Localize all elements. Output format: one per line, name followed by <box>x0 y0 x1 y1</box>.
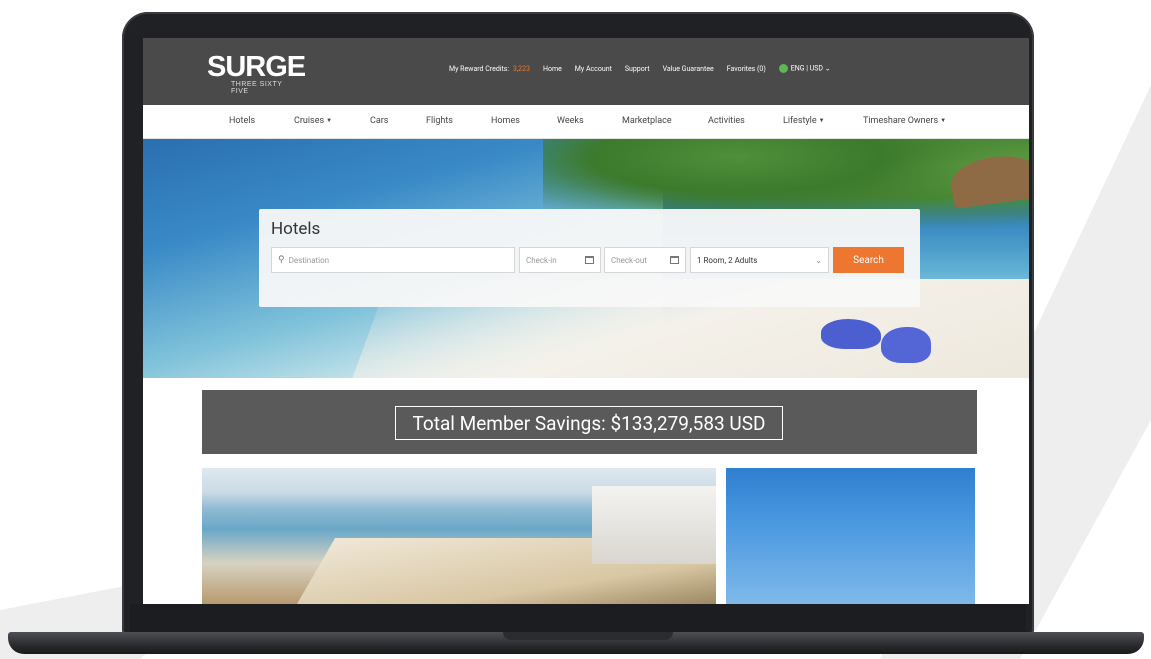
promo-tile-sky[interactable] <box>726 468 975 604</box>
caret-down-icon: ▼ <box>326 117 333 124</box>
logo-subtext: THREE SIXTY FIVE <box>231 81 283 95</box>
location-pin-icon: ⚲ <box>278 255 285 265</box>
nav-item-timeshare-owners[interactable]: Timeshare Owners ▼ <box>863 116 946 126</box>
nav-item-weeks[interactable]: Weeks <box>557 116 584 126</box>
laptop-notch <box>503 632 673 640</box>
site-logo[interactable]: SURGE THREE SIXTY FIVE <box>207 50 306 95</box>
search-panel: Hotels ⚲ Destination Check-in Check-out … <box>259 209 920 307</box>
nav-item-marketplace[interactable]: Marketplace <box>622 116 672 126</box>
support-link[interactable]: Support <box>625 65 650 73</box>
value-guarantee-link[interactable]: Value Guarantee <box>663 65 714 73</box>
top-links: My Reward Credits: 3,223 Home My Account… <box>449 64 844 73</box>
site-header: SURGE THREE SIXTY FIVE My Reward Credits… <box>143 38 1029 105</box>
laptop-bezel <box>130 604 1026 634</box>
nav-item-lifestyle[interactable]: Lifestyle ▼ <box>783 116 825 126</box>
promo-resort-building <box>592 486 716 564</box>
locale-selector[interactable]: ENG | USD ⌄ <box>778 64 831 73</box>
chevron-down-icon: ⌄ <box>824 64 831 73</box>
chevron-down-icon: ⌄ <box>815 255 822 265</box>
checkin-placeholder: Check-in <box>526 255 557 265</box>
rooms-select[interactable]: 1 Room, 2 Adults ⌄ <box>690 247 829 273</box>
destination-field[interactable]: ⚲ Destination <box>271 247 515 273</box>
reward-credits-link[interactable]: My Reward Credits: 3,223 <box>449 65 530 73</box>
nav-item-cars[interactable]: Cars <box>370 116 388 126</box>
checkout-field[interactable]: Check-out <box>604 247 686 273</box>
calendar-icon <box>585 256 594 264</box>
locale-label: ENG | USD <box>790 64 824 73</box>
nav-item-cruises[interactable]: Cruises ▼ <box>294 116 332 126</box>
hero-beanbag <box>821 319 881 349</box>
favorites-link[interactable]: Favorites (0) <box>727 65 766 73</box>
globe-icon <box>778 64 788 73</box>
checkin-field[interactable]: Check-in <box>519 247 601 273</box>
search-title: Hotels <box>271 219 321 239</box>
rooms-value: 1 Room, 2 Adults <box>697 255 758 265</box>
browser-screen: SURGE THREE SIXTY FIVE My Reward Credits… <box>143 38 1029 604</box>
nav-item-activities[interactable]: Activities <box>708 116 745 126</box>
reward-credits-label: My Reward Credits: <box>449 64 510 73</box>
reward-credits-value: 3,223 <box>512 64 530 73</box>
calendar-icon <box>670 256 679 264</box>
promo-tile-beach-resort[interactable] <box>202 468 716 604</box>
nav-item-homes[interactable]: Homes <box>491 116 520 126</box>
search-button[interactable]: Search <box>833 247 904 273</box>
destination-placeholder: Destination <box>288 255 330 265</box>
savings-banner: Total Member Savings: $133,279,583 USD <box>202 390 977 454</box>
logo-text: SURGE <box>207 51 306 83</box>
hero-beanbag <box>881 327 931 363</box>
nav-item-hotels[interactable]: Hotels <box>229 116 255 126</box>
my-account-link[interactable]: My Account <box>575 65 612 73</box>
nav-item-flights[interactable]: Flights <box>426 116 453 126</box>
caret-down-icon: ▼ <box>940 117 947 124</box>
caret-down-icon: ▼ <box>818 117 825 124</box>
home-link[interactable]: Home <box>543 65 562 73</box>
main-nav: Hotels Cruises ▼ Cars Flights Homes Weeks… <box>143 105 1029 139</box>
checkout-placeholder: Check-out <box>611 255 647 265</box>
hero-banner: Hotels ⚲ Destination Check-in Check-out … <box>143 139 1029 378</box>
total-savings-text: Total Member Savings: $133,279,583 USD <box>395 406 783 440</box>
